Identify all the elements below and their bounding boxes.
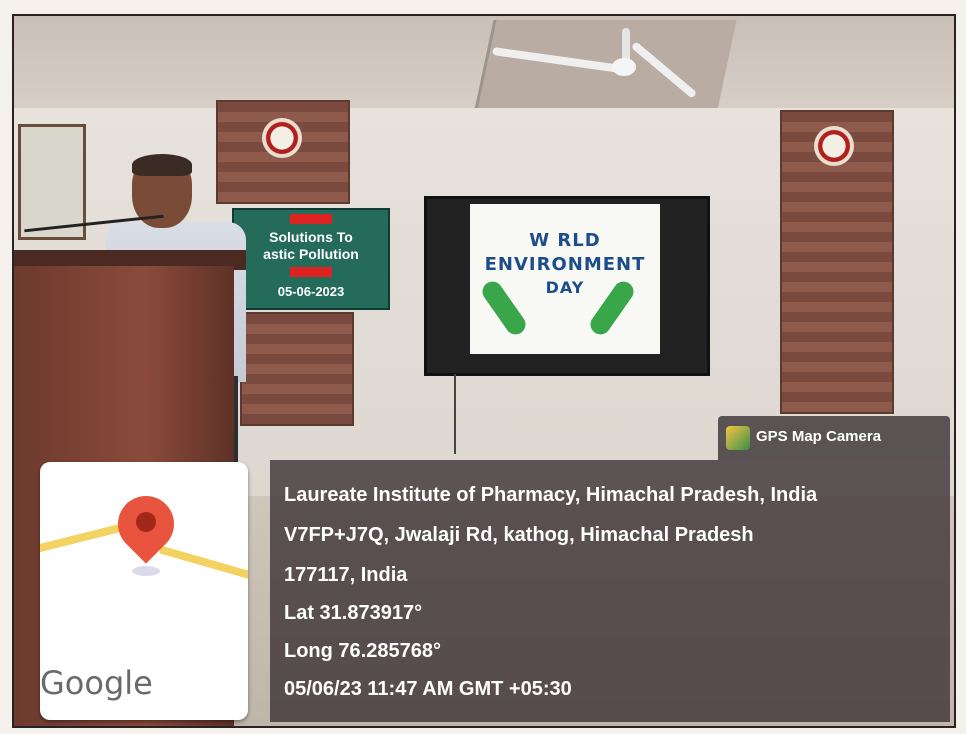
tv-slide-line-1: W RLD [529,230,601,251]
banner-tag-bottom [290,267,332,277]
tv-slide-line-2: ENVIRONMENT [484,254,646,275]
google-logo: Google [40,664,153,702]
gps-map-camera-icon [726,426,750,450]
gps-latitude: Lat 31.873917° [284,602,423,624]
photo-frame: Solutions To astic Pollution 05-06-2023 … [12,14,956,728]
map-pin-shadow [132,566,160,576]
banner-line-2: astic Pollution [263,246,359,262]
event-banner: Solutions To astic Pollution 05-06-2023 [232,208,390,310]
gps-address-line-1: V7FP+J7Q, Jwalaji Rd, kathog, Himachal P… [284,524,754,546]
banner-tag-top [290,214,332,224]
institute-emblem-right [814,126,854,166]
speaker-hair [132,154,192,176]
gps-address-line-2: 177117, India [284,564,408,586]
institute-emblem-left [262,118,302,158]
map-road [159,545,248,587]
tv-cable [454,374,456,454]
gps-app-name: GPS Map Camera [756,428,882,445]
tv-screen: W RLD ENVIRONMENT DAY [470,204,660,354]
banner-line-1: Solutions To [269,229,353,245]
ceiling-fan-hub [612,58,636,76]
notice-board [18,124,86,240]
wood-panel-left-lower [240,312,354,426]
gps-longitude: Long 76.285768° [284,640,441,662]
banner-date: 05-06-2023 [277,284,345,299]
map-pin-dot [136,512,156,532]
gps-timestamp: 05/06/23 11:47 AM GMT +05:30 [284,678,572,700]
gps-place: Laureate Institute of Pharmacy, Himachal… [284,484,818,506]
map-thumbnail: Google [40,462,248,720]
